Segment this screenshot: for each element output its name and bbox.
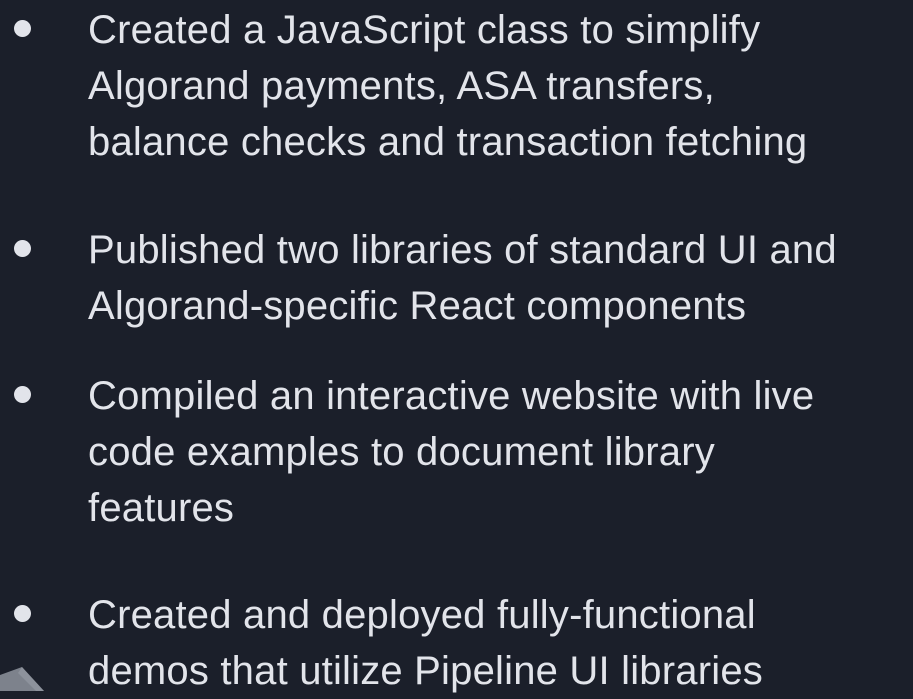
bullet-line: Algorand payments, ASA transfers, <box>88 64 715 108</box>
bullet-line: features <box>88 486 235 530</box>
bullet-line: Algorand-specific React components <box>88 284 747 328</box>
bullet-line: Compiled an interactive website with liv… <box>88 374 815 418</box>
bullet-dot-icon <box>14 20 31 37</box>
bullet-line: Created a JavaScript class to simplify <box>88 8 761 52</box>
decorative-corner-shape <box>0 667 44 691</box>
bullet-dot-icon <box>14 605 31 622</box>
bullet-text: Published two libraries of standard UI a… <box>88 222 913 334</box>
bullet-line: Published two libraries of standard UI a… <box>88 228 837 272</box>
bullet-text: Created a JavaScript class to simplify A… <box>88 2 913 170</box>
bullet-line: Created and deployed fully-functional <box>88 593 756 637</box>
bullet-text: Compiled an interactive website with liv… <box>88 368 913 536</box>
bullet-line: balance checks and transaction fetching <box>88 120 808 164</box>
bullet-line: code examples to document library <box>88 430 715 474</box>
bullet-dot-icon <box>14 240 31 257</box>
bullet-dot-icon <box>14 386 31 403</box>
bullet-text: Created and deployed fully-functional de… <box>88 587 913 699</box>
